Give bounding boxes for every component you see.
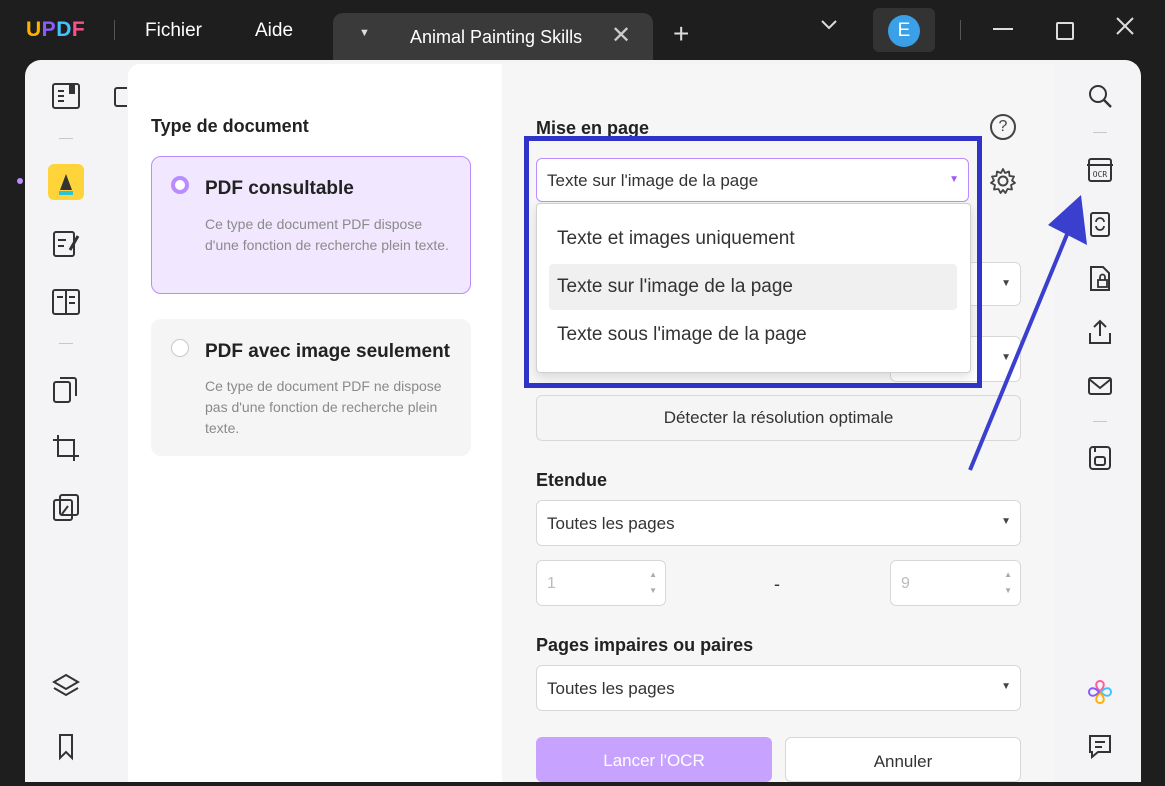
radio-selected[interactable] [171, 176, 189, 194]
detect-resolution-button[interactable]: Détecter la résolution optimale [536, 395, 1021, 441]
option-searchable-pdf[interactable]: PDF consultable Ce type de document PDF … [151, 156, 471, 294]
page-from-value: 1 [547, 575, 556, 592]
document-type-heading: Type de document [151, 116, 309, 136]
svg-text:OCR: OCR [1093, 170, 1108, 179]
edit-icon[interactable] [50, 228, 82, 260]
divider [59, 343, 73, 344]
option-description: Ce type de document PDF dispose d'une fo… [205, 216, 449, 253]
arrow-shaft [968, 214, 1077, 471]
radio-unselected[interactable] [171, 339, 189, 357]
avatar[interactable]: E [888, 15, 920, 47]
spin-down-icon[interactable]: ▼ [1004, 586, 1012, 595]
tab-dropdown-icon[interactable]: ▼ [359, 27, 370, 39]
close-window-icon[interactable] [1115, 16, 1135, 42]
option-description: Ce type de document PDF ne dispose pas d… [205, 378, 442, 436]
organize-pages-icon[interactable] [50, 374, 82, 406]
spin-up-icon[interactable]: ▲ [1004, 570, 1012, 579]
odd-even-select-value: Toutes les pages [547, 679, 675, 698]
search-icon[interactable] [1086, 82, 1114, 110]
document-tab[interactable]: ▼ Animal Painting Skills ✕ [333, 13, 653, 62]
divider [1093, 132, 1107, 133]
option-title: PDF avec image seulement [205, 341, 450, 362]
form-icon[interactable] [50, 286, 82, 318]
title-bar: UPDF Fichier Aide ▼ Animal Painting Skil… [0, 0, 1165, 62]
odd-even-select[interactable]: Toutes les pages ▼ [536, 665, 1021, 711]
cancel-button[interactable]: Annuler [785, 737, 1021, 782]
menu-aide[interactable]: Aide [255, 20, 293, 42]
spin-up-icon[interactable]: ▲ [649, 570, 657, 579]
spin-down-icon[interactable]: ▼ [649, 586, 657, 595]
comments-panel-icon[interactable] [1086, 732, 1114, 760]
option-title: PDF consultable [205, 178, 354, 199]
dropdown-arrow-icon: ▼ [1001, 681, 1011, 692]
crop-icon[interactable] [50, 432, 82, 464]
comment-highlighter-icon[interactable] [48, 164, 84, 200]
page-to-value: 9 [901, 575, 910, 592]
minimize-icon[interactable] [993, 28, 1013, 30]
updf-logo: UPDF [26, 18, 86, 41]
dropdown-arrow-icon: ▼ [1001, 516, 1011, 527]
divider [114, 20, 115, 40]
range-select-value: Toutes les pages [547, 514, 675, 533]
highlight-annotation-box [524, 136, 982, 388]
tab-title: Animal Painting Skills [410, 27, 583, 47]
range-separator: - [774, 574, 780, 594]
bookmark-icon[interactable] [50, 730, 82, 762]
ai-assistant-icon[interactable] [1086, 678, 1114, 706]
page-from-input[interactable]: 1 ▲ ▼ [536, 560, 666, 606]
active-indicator [17, 178, 23, 184]
layers-icon[interactable] [50, 670, 82, 702]
ocr-dialog-left: Type de document PDF consultable Ce type… [128, 64, 502, 782]
chevron-down-icon[interactable] [820, 18, 838, 36]
annotation-arrow [968, 195, 1087, 471]
menu-fichier[interactable]: Fichier [145, 20, 202, 42]
help-icon[interactable]: ? [990, 114, 1016, 140]
divider [59, 138, 73, 139]
close-tab-icon[interactable]: ✕ [611, 21, 631, 50]
divider [960, 20, 961, 40]
maximize-icon[interactable] [1056, 22, 1074, 40]
partial-comment-icon [113, 86, 127, 112]
page-to-input[interactable]: 9 ▲ ▼ [890, 560, 1021, 606]
run-ocr-button[interactable]: Lancer l'OCR [536, 737, 772, 782]
redact-icon[interactable] [50, 492, 82, 524]
option-image-only-pdf[interactable]: PDF avec image seulement Ce type de docu… [151, 319, 471, 456]
range-select[interactable]: Toutes les pages ▼ [536, 500, 1021, 546]
ocr-icon[interactable]: OCR [1086, 155, 1114, 183]
odd-even-heading: Pages impaires ou paires [536, 635, 754, 655]
reader-icon[interactable] [50, 80, 82, 112]
range-heading: Etendue [536, 470, 608, 490]
new-tab-icon[interactable]: + [673, 20, 689, 48]
